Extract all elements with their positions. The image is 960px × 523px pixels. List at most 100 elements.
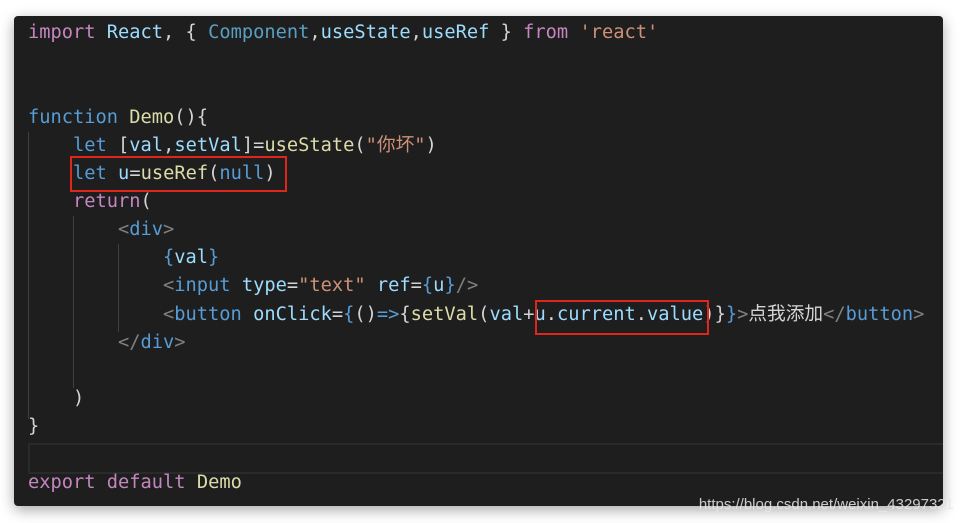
code-token: { (343, 304, 355, 325)
code-token: { (421, 275, 434, 296)
code-token: > (737, 304, 749, 325)
code-token: { (399, 304, 411, 325)
code-token: 点我添加 (748, 304, 824, 325)
code-token: } (725, 304, 738, 325)
code-token: button (174, 304, 242, 325)
code-token: , (410, 22, 422, 43)
code-token: div (140, 332, 175, 353)
code-token: ( (478, 304, 490, 325)
code-line: } (28, 413, 39, 441)
code-token: = (331, 304, 344, 325)
code-token: val (489, 304, 524, 325)
code-token: ( (354, 135, 366, 156)
code-token: default (106, 472, 186, 493)
code-token: useRef (421, 22, 490, 43)
code-token: + (523, 304, 535, 325)
code-token: > (174, 332, 186, 353)
code-line: ) (28, 385, 84, 413)
code-token: import (28, 22, 96, 43)
code-token: setVal (174, 135, 242, 156)
code-token: button (845, 304, 914, 325)
code-line: <div> (28, 216, 174, 244)
code-line: <input type="text" ref={u}/> (28, 272, 478, 300)
code-token: val (129, 135, 164, 156)
code-token: ) (425, 135, 437, 156)
code-token: div (129, 219, 164, 240)
code-token: onClick (253, 304, 332, 325)
code-token: } (489, 22, 524, 43)
code-line: </div> (28, 329, 186, 357)
code-token: ref (376, 275, 411, 296)
code-line: function Demo(){ (28, 104, 208, 132)
code-token: => (376, 304, 400, 325)
code-token: useState (320, 22, 411, 43)
code-line: {val} (28, 244, 219, 272)
code-token: "你坏" (365, 135, 426, 156)
code-token: } (444, 275, 456, 296)
code-token: setVal (410, 304, 479, 325)
code-token: Component (208, 22, 310, 43)
code-token: "text" (298, 275, 366, 296)
code-token: function (28, 107, 119, 128)
code-token: } (28, 416, 40, 437)
code-token: ( (140, 191, 152, 212)
code-token: = (286, 275, 299, 296)
code-token: < (163, 304, 175, 325)
code-line: <button onClick={()=>{setVal(val+u.curre… (28, 301, 924, 329)
code-token: ]= (241, 135, 265, 156)
code-token: , (309, 22, 321, 43)
highlight-box-current-value (535, 300, 709, 335)
code-token: = (410, 275, 422, 296)
code-token: type (241, 275, 287, 296)
code-token: React (106, 22, 164, 43)
watermark: https://blog.csdn.net/weixin_43297321 (698, 496, 954, 513)
code-token: > (913, 304, 925, 325)
code-token: < (118, 219, 130, 240)
code-token: export (28, 472, 96, 493)
code-token: input (174, 275, 231, 296)
highlight-box-useref (70, 156, 287, 192)
code-token: Demo (196, 472, 242, 493)
code-token: , { (163, 22, 209, 43)
code-token: 'react' (579, 22, 659, 43)
code-editor[interactable]: import React, { Component,useState,useRe… (14, 16, 943, 506)
code-token: > (163, 219, 175, 240)
code-token: useState (264, 135, 355, 156)
code-token: let (73, 135, 107, 156)
code-token: u (433, 275, 445, 296)
code-token: return (73, 191, 141, 212)
code-token: () (354, 304, 377, 325)
code-token: ) (73, 388, 85, 409)
code-token: </ (118, 332, 141, 353)
code-token: (){ (174, 107, 209, 128)
code-line: return( (28, 188, 152, 216)
code-token: { (163, 247, 175, 268)
code-token: </ (823, 304, 846, 325)
code-token: } (208, 247, 220, 268)
code-token: [ (106, 135, 130, 156)
code-token: /> (455, 275, 479, 296)
code-line: export default Demo (28, 469, 242, 497)
code-token: < (163, 275, 175, 296)
code-token: from (523, 22, 569, 43)
code-token: Demo (129, 107, 175, 128)
code-token: , (163, 135, 175, 156)
code-token: } (714, 304, 726, 325)
